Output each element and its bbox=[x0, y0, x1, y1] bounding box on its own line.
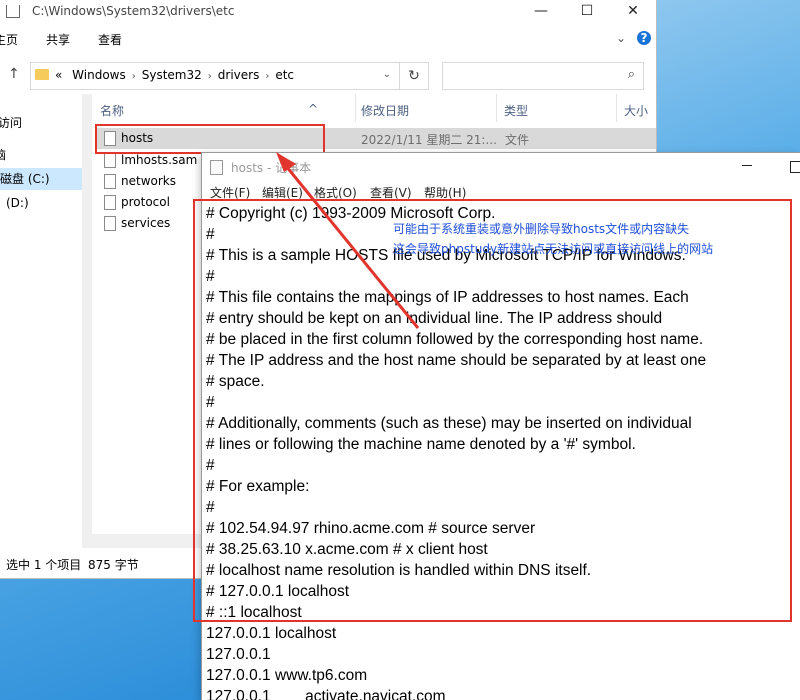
pointer-arrow-icon bbox=[276, 152, 420, 329]
